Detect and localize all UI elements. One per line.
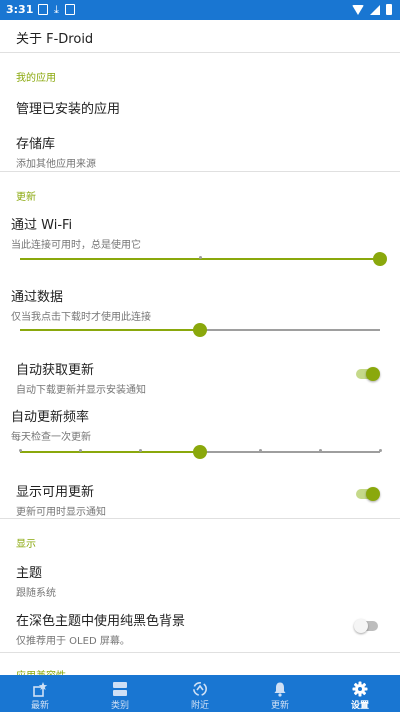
pref-over-data[interactable]: 通过数据 仅当我点击下载时才使用此连接 (0, 282, 400, 352)
pref-theme-summary: 跟随系统 (16, 588, 56, 599)
pref-show-updates-summary: 更新可用时显示通知 (16, 507, 106, 518)
switch-knob (366, 487, 380, 501)
bell-icon (274, 682, 286, 697)
pref-manage-installed-title: 管理已安装的应用 (16, 102, 121, 117)
switch-knob (354, 619, 368, 633)
category-display: 显示 (16, 539, 36, 550)
data-seekbar-fill (20, 329, 200, 331)
signal-icon (370, 4, 380, 15)
pref-update-frequency[interactable]: 自动更新频率 每天检查一次更新 (0, 402, 400, 474)
seekbar-tick (139, 449, 142, 452)
pref-repositories-title: 存储库 (16, 137, 56, 152)
pref-show-updates-title: 显示可用更新 (16, 485, 95, 500)
battery-icon (386, 4, 392, 15)
frequency-seekbar-thumb[interactable] (193, 445, 207, 459)
categories-icon (113, 682, 127, 696)
seekbar-tick (319, 449, 322, 452)
nav-updates-label: 更新 (270, 701, 289, 711)
pref-over-wifi-title: 通过 Wi-Fi (11, 218, 73, 233)
seekbar-tick (19, 449, 22, 452)
status-time: 3:31 (6, 3, 34, 16)
pref-update-frequency-title: 自动更新频率 (11, 410, 90, 425)
nav-nearby[interactable]: 附近 (160, 675, 240, 712)
nearby-icon (193, 682, 207, 696)
pref-about-title: 关于 F-Droid (16, 32, 94, 47)
data-seekbar-thumb[interactable] (193, 323, 207, 337)
pref-theme-title: 主题 (16, 566, 43, 581)
pref-black-background-summary: 仅推荐用于 OLED 屏幕。 (16, 636, 130, 647)
pref-auto-fetch-title: 自动获取更新 (16, 363, 95, 378)
category-app-compatibility: 应用兼容性 (16, 667, 66, 675)
nav-updates[interactable]: 更新 (240, 675, 320, 712)
pref-about[interactable]: 关于 F-Droid (0, 20, 400, 52)
divider (0, 518, 400, 519)
wifi-icon (352, 4, 364, 15)
pref-over-data-title: 通过数据 (11, 290, 64, 305)
nav-categories-label: 类别 (110, 701, 129, 711)
seekbar-tick (79, 449, 82, 452)
switch-knob (366, 367, 380, 381)
divider (0, 652, 400, 653)
category-updates: 更新 (16, 192, 36, 203)
nav-latest[interactable]: 最新 (0, 675, 80, 712)
notification-icon (38, 4, 48, 15)
nav-nearby-label: 附近 (190, 701, 209, 711)
pref-update-frequency-summary: 每天检查一次更新 (11, 432, 91, 443)
category-my-apps: 我的应用 (16, 73, 56, 84)
pref-repositories[interactable]: 存储库 添加其他应用来源 (0, 124, 400, 170)
show-updates-switch[interactable] (354, 484, 382, 504)
divider (0, 171, 400, 172)
pref-theme[interactable]: 主题 跟随系统 (0, 556, 400, 599)
bottom-navigation: 最新 类别 附近 更新 设置 (0, 675, 400, 712)
nav-settings-label: 设置 (350, 701, 369, 711)
pref-black-background-title: 在深色主题中使用纯黑色背景 (16, 614, 186, 629)
settings-list[interactable]: 关于 F-Droid 我的应用 管理已安装的应用 存储库 添加其他应用来源 更新… (0, 20, 400, 675)
seekbar-tick (199, 256, 202, 259)
nav-settings[interactable]: 设置 (320, 675, 400, 712)
gear-icon (352, 681, 368, 697)
frequency-seekbar[interactable] (19, 442, 382, 462)
data-seekbar[interactable] (20, 320, 380, 340)
pref-auto-fetch[interactable]: 自动获取更新 自动下载更新并显示安装通知 (0, 354, 400, 396)
seekbar-tick (259, 449, 262, 452)
nav-categories[interactable]: 类别 (80, 675, 160, 712)
pref-over-wifi[interactable]: 通过 Wi-Fi 当此连接可用时，总是使用它 (0, 210, 400, 280)
nav-latest-label: 最新 (30, 701, 49, 711)
media-icon (64, 4, 75, 15)
new-star-icon (33, 682, 48, 697)
pref-auto-fetch-summary: 自动下载更新并显示安装通知 (16, 385, 146, 396)
pref-repositories-summary: 添加其他应用来源 (16, 159, 96, 170)
wifi-seekbar-thumb[interactable] (373, 252, 387, 266)
seekbar-tick (379, 449, 382, 452)
pref-manage-installed[interactable]: 管理已安装的应用 (0, 86, 400, 122)
frequency-seekbar-fill (20, 451, 200, 453)
pref-black-background[interactable]: 在深色主题中使用纯黑色背景 仅推荐用于 OLED 屏幕。 (0, 604, 400, 648)
pref-show-updates[interactable]: 显示可用更新 更新可用时显示通知 (0, 475, 400, 518)
divider (0, 52, 400, 53)
download-icon: ⤓ (54, 3, 59, 16)
status-bar: 3:31 ⤓ (0, 0, 400, 20)
auto-fetch-switch[interactable] (354, 364, 382, 384)
wifi-seekbar[interactable] (20, 249, 387, 269)
black-background-switch[interactable] (354, 616, 382, 636)
